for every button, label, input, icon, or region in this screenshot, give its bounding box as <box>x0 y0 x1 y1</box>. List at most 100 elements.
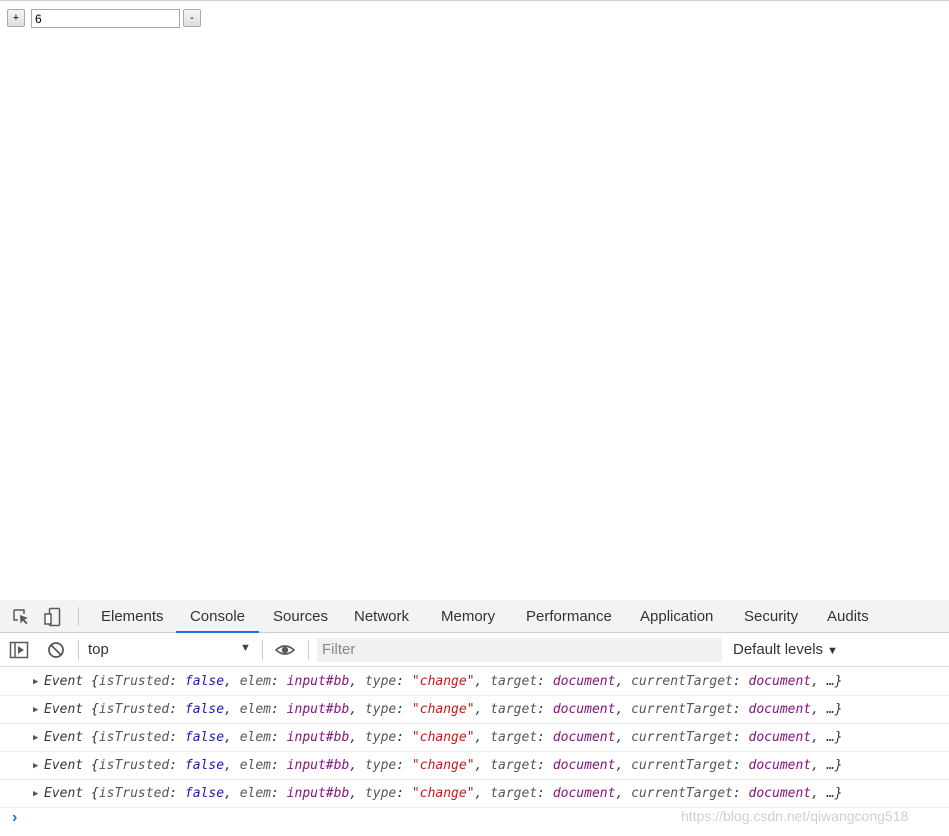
log-prop-value: document <box>748 674 812 689</box>
toolbar-separator <box>78 640 79 660</box>
context-dropdown-icon[interactable]: ▼ <box>240 642 251 654</box>
log-prop-value: false <box>184 730 225 745</box>
log-tail: …} <box>826 730 843 745</box>
tab-audits[interactable]: Audits <box>827 600 869 632</box>
log-prop-key: type <box>364 758 397 773</box>
caret-down-icon: ▼ <box>827 645 838 657</box>
tab-security[interactable]: Security <box>744 600 798 632</box>
log-prop-value: document <box>552 674 616 689</box>
increment-button[interactable]: + <box>7 9 25 27</box>
log-prop-value: document <box>552 786 616 801</box>
console-log-row[interactable]: ▶ Event {isTrusted: false, elem: input#bb… <box>0 752 949 780</box>
log-prop-key: target <box>490 674 538 689</box>
log-prop-key: type <box>364 730 397 745</box>
tab-sources[interactable]: Sources <box>273 600 328 632</box>
log-prop-key: type <box>364 786 397 801</box>
tab-elements[interactable]: Elements <box>101 600 164 632</box>
log-tail: …} <box>826 702 843 717</box>
value-input[interactable] <box>31 9 180 28</box>
log-prop-key: target <box>490 702 538 717</box>
log-levels-dropdown[interactable]: Default levels ▼ <box>733 639 838 662</box>
log-prop-key: currentTarget <box>631 702 733 717</box>
tab-network[interactable]: Network <box>354 600 409 632</box>
tab-memory[interactable]: Memory <box>441 600 495 632</box>
log-prop-value: input#bb <box>286 730 350 745</box>
log-prop-key: target <box>490 758 538 773</box>
log-prop-key: elem <box>239 730 272 745</box>
log-prop-key: target <box>490 730 538 745</box>
log-prop-key: currentTarget <box>631 674 733 689</box>
log-prop-key: currentTarget <box>631 786 733 801</box>
log-prop-key: elem <box>239 702 272 717</box>
log-prop-key: isTrusted <box>98 674 170 689</box>
log-prop-value: document <box>552 702 616 717</box>
log-tail: …} <box>826 758 843 773</box>
log-prop-value: document <box>552 758 616 773</box>
log-message: Event {isTrusted: false, elem: input#bb,… <box>44 674 843 689</box>
console-prompt-icon[interactable]: › <box>12 809 17 827</box>
log-tail: …} <box>826 786 843 801</box>
filter-input[interactable]: Filter <box>317 638 722 662</box>
log-prop-key: currentTarget <box>631 758 733 773</box>
log-prop-value: document <box>748 758 812 773</box>
expand-triangle-icon[interactable]: ▶ <box>33 780 38 808</box>
log-prop-value: input#bb <box>286 758 350 773</box>
log-prop-key: elem <box>239 674 272 689</box>
console-log-row[interactable]: ▶ Event {isTrusted: false, elem: input#bb… <box>0 724 949 752</box>
console-log-row[interactable]: ▶ Event {isTrusted: false, elem: input#bb… <box>0 696 949 724</box>
log-prop-value: false <box>184 786 225 801</box>
tabbar-separator <box>78 607 79 626</box>
log-prop-value: "change" <box>411 674 475 689</box>
log-prop-key: elem <box>239 786 272 801</box>
expand-triangle-icon[interactable]: ▶ <box>33 668 38 696</box>
live-expression-eye-icon[interactable] <box>275 640 295 660</box>
log-prop-value: input#bb <box>286 786 350 801</box>
log-prop-value: "change" <box>411 786 475 801</box>
toolbar-separator <box>308 640 309 660</box>
log-prop-key: isTrusted <box>98 786 170 801</box>
log-prop-value: document <box>748 730 812 745</box>
log-prop-value: false <box>184 702 225 717</box>
log-prop-key: elem <box>239 758 272 773</box>
log-prop-key: isTrusted <box>98 702 170 717</box>
log-prop-key: type <box>364 674 397 689</box>
log-message: Event {isTrusted: false, elem: input#bb,… <box>44 786 843 801</box>
console-log-row[interactable]: ▶ Event {isTrusted: false, elem: input#bb… <box>0 780 949 808</box>
log-prop-value: "change" <box>411 702 475 717</box>
device-toolbar-icon[interactable] <box>43 607 63 627</box>
inspect-element-icon[interactable] <box>11 607 31 627</box>
toolbar-separator <box>262 640 263 660</box>
clear-console-icon[interactable] <box>46 640 66 660</box>
tab-performance[interactable]: Performance <box>526 600 612 632</box>
log-class-name: Event <box>44 674 84 689</box>
context-select[interactable]: top <box>88 639 254 661</box>
tab-console[interactable]: Console <box>176 600 259 633</box>
log-class-name: Event <box>44 786 84 801</box>
log-message: Event {isTrusted: false, elem: input#bb,… <box>44 702 843 717</box>
tab-application[interactable]: Application <box>640 600 713 632</box>
expand-triangle-icon[interactable]: ▶ <box>33 752 38 780</box>
log-prop-value: input#bb <box>286 702 350 717</box>
devtools-panel: Elements Console Sources Network Memory … <box>0 600 949 836</box>
show-sidebar-icon[interactable] <box>9 640 29 660</box>
log-prop-value: false <box>184 758 225 773</box>
log-prop-key: type <box>364 702 397 717</box>
log-prop-value: input#bb <box>286 674 350 689</box>
expand-triangle-icon[interactable]: ▶ <box>33 724 38 752</box>
log-prop-value: document <box>552 730 616 745</box>
log-class-name: Event <box>44 758 84 773</box>
log-tail: …} <box>826 674 843 689</box>
console-log-row[interactable]: ▶ Event {isTrusted: false, elem: input#bb… <box>0 668 949 696</box>
decrement-button[interactable]: - <box>183 9 201 27</box>
log-prop-value: document <box>748 786 812 801</box>
log-prop-key: currentTarget <box>631 730 733 745</box>
expand-triangle-icon[interactable]: ▶ <box>33 696 38 724</box>
console-toolbar: top ▼ Filter Default levels ▼ <box>0 633 949 667</box>
log-prop-key: isTrusted <box>98 730 170 745</box>
log-prop-key: target <box>490 786 538 801</box>
log-message: Event {isTrusted: false, elem: input#bb,… <box>44 758 843 773</box>
log-prop-value: false <box>184 674 225 689</box>
devtools-tabbar: Elements Console Sources Network Memory … <box>0 600 949 633</box>
log-prop-key: isTrusted <box>98 758 170 773</box>
log-levels-label: Default levels <box>733 641 824 658</box>
